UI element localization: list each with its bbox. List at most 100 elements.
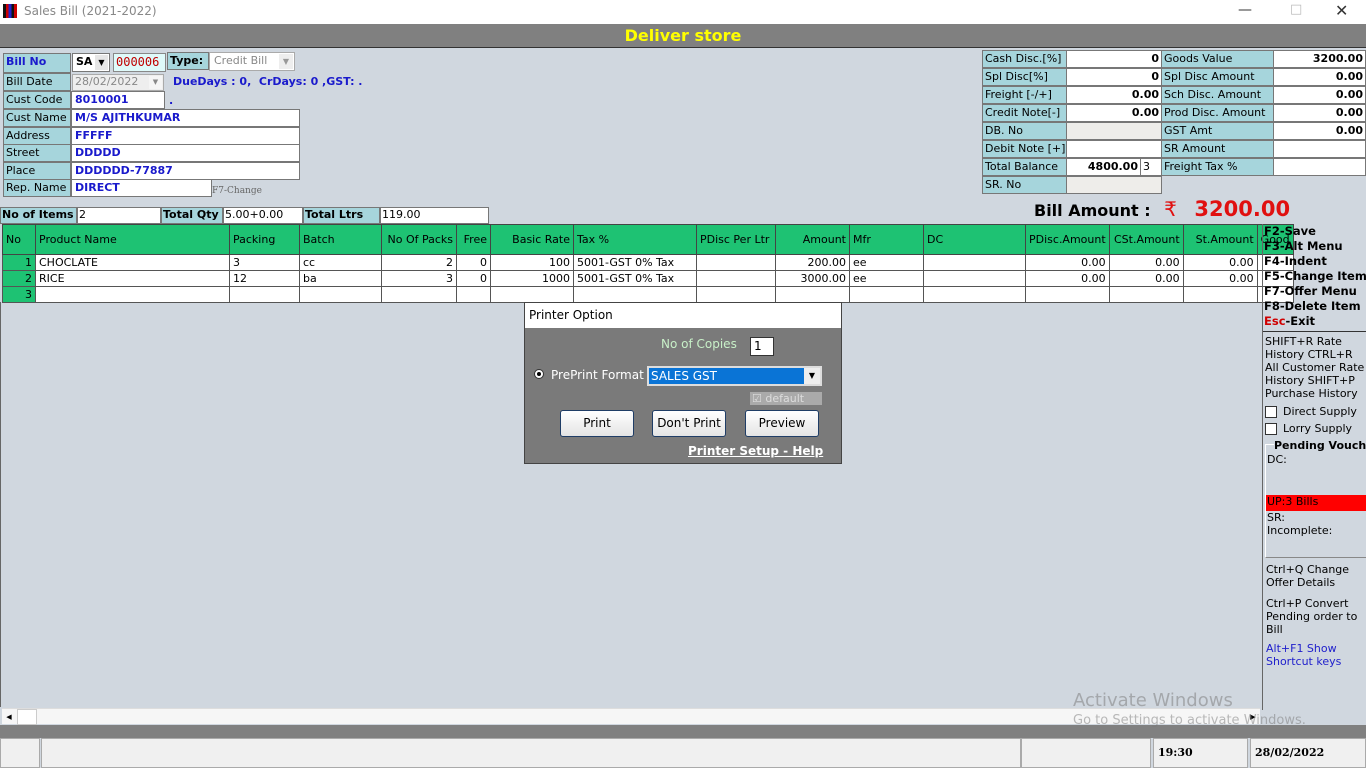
table-cell[interactable] [696,286,776,303]
table-cell[interactable]: cc [299,254,382,271]
summary-value[interactable]: 0 [1066,68,1162,86]
table-cell[interactable]: 5001-GST 0% Tax [573,254,697,271]
summary-value[interactable] [1066,140,1162,158]
rep-name-input[interactable]: DIRECT [71,179,212,197]
table-cell[interactable]: 0.00 [1108,254,1184,271]
copies-input[interactable]: 1 [750,337,774,356]
table-cell[interactable] [456,286,491,303]
table-cell[interactable]: ee [849,270,924,287]
table-cell[interactable]: 200.00 [775,254,850,271]
table-cell[interactable] [1108,286,1184,303]
alt-f1-link[interactable]: Alt+F1 Show Shortcut keys [1263,636,1366,668]
horizontal-scrollbar[interactable]: ◀ ▶ [2,708,1260,725]
direct-supply-checkbox[interactable]: Direct Supply [1263,405,1366,422]
series-select[interactable]: SA ▼ [72,53,110,72]
column-header[interactable]: Tax % [573,224,697,255]
table-cell[interactable] [381,286,457,303]
cust-name-input[interactable]: M/S AJITHKUMAR [71,109,300,127]
column-header[interactable]: No [2,224,36,255]
close-button[interactable]: ✕ [1335,1,1348,20]
table-cell[interactable] [1182,286,1258,303]
scroll-left-icon[interactable]: ◀ [2,709,16,725]
row-number[interactable]: 3 [2,286,36,303]
lorry-supply-checkbox[interactable]: Lorry Supply [1263,422,1366,439]
table-cell[interactable]: 0.00 [1182,254,1258,271]
table-cell[interactable] [573,286,697,303]
summary-value[interactable]: 0 [1066,50,1162,68]
column-header[interactable]: Batch [299,224,382,255]
column-header[interactable]: Free [456,224,491,255]
printer-setup-help-link[interactable]: Printer Setup - Help [688,444,823,458]
table-cell[interactable]: 0.00 [1025,270,1110,287]
table-cell[interactable]: CHOCLATE [35,254,230,271]
table-cell[interactable]: 3000.00 [775,270,850,287]
address-input[interactable]: FFFFF [71,127,300,145]
column-header[interactable]: St.Amount [1182,224,1258,255]
preprint-radio[interactable] [534,369,544,379]
table-cell[interactable]: RICE [35,270,230,287]
place-input[interactable]: DDDDDD-77887 [71,162,300,180]
table-cell[interactable]: ee [849,254,924,271]
preview-button[interactable]: Preview [745,410,819,437]
summary-value[interactable]: 0.00 [1066,86,1162,104]
table-cell[interactable] [923,270,1026,287]
dont-print-button[interactable]: Don't Print [652,410,726,437]
table-cell[interactable] [923,254,1026,271]
table-cell[interactable]: 0 [456,270,491,287]
table-cell[interactable] [1025,286,1110,303]
summary-value[interactable]: 4800.00 [1066,158,1141,176]
table-cell[interactable] [35,286,230,303]
table-cell[interactable] [923,286,1026,303]
bill-number[interactable]: 000006 [113,53,166,72]
table-cell[interactable]: 0 [456,254,491,271]
table-cell[interactable]: 5001-GST 0% Tax [573,270,697,287]
row-number[interactable]: 1 [2,254,36,271]
column-header[interactable]: Amount [775,224,850,255]
table-cell[interactable]: ba [299,270,382,287]
column-header[interactable]: CSt.Amount [1108,224,1184,255]
summary-value[interactable]: 0.00 [1066,104,1162,122]
table-cell[interactable] [229,286,300,303]
print-button[interactable]: Print [560,410,634,437]
type-select[interactable]: Credit Bill ▼ [209,52,295,71]
scroll-thumb[interactable] [17,709,37,725]
table-cell[interactable]: 0.00 [1025,254,1110,271]
table-cell[interactable]: 0.00 [1182,270,1258,287]
column-header[interactable]: Mfr [849,224,924,255]
table-cell[interactable]: 3 [381,270,457,287]
column-header[interactable]: PDisc Per Ltr [696,224,776,255]
table-cell[interactable] [849,286,924,303]
table-cell[interactable]: 1000 [490,270,574,287]
minimize-button[interactable]: — [1238,2,1252,18]
summary-value[interactable] [1066,176,1162,194]
street-input[interactable]: DDDDD [71,144,300,162]
table-cell[interactable]: 2 [381,254,457,271]
table-cell[interactable] [696,254,776,271]
table-row[interactable]: 3 [2,286,1294,303]
format-select[interactable]: SALES GST ▼ [647,366,822,386]
column-header[interactable]: Product Name [35,224,230,255]
cust-code-input[interactable]: 8010001 [71,91,165,109]
table-cell[interactable]: 3 [229,254,300,271]
column-header[interactable]: Basic Rate [490,224,574,255]
table-cell[interactable] [299,286,382,303]
maximize-button[interactable]: □ [1290,2,1302,17]
table-cell[interactable]: 12 [229,270,300,287]
default-checkbox[interactable]: ☑ default [750,392,822,405]
summary-value[interactable] [1066,122,1162,140]
row-number[interactable]: 2 [2,270,36,287]
column-header[interactable]: No Of Packs [381,224,457,255]
table-cell[interactable]: 0.00 [1108,270,1184,287]
up-bills-badge[interactable]: UP:3 Bills [1266,495,1366,511]
column-header[interactable]: Packing [229,224,300,255]
table-cell[interactable] [696,270,776,287]
table-row[interactable]: 1 CHOCLATE 3 cc 2 0 100 5001-GST 0% Tax 200.00 ee… [2,254,1294,271]
table-cell[interactable] [490,286,574,303]
column-header[interactable]: DC [923,224,1026,255]
column-header[interactable]: PDisc.Amount [1025,224,1110,255]
table-cell[interactable] [775,286,850,303]
table-row[interactable]: 2 RICE 12 ba 3 0 1000 5001-GST 0% Tax 3000.00 ee 0… [2,270,1294,287]
bill-date-field[interactable]: 28/02/2022 ▼ [72,74,164,91]
items-grid[interactable]: No Product Name Packing Batch No Of Packs Fre… [2,224,1294,303]
table-cell[interactable]: 100 [490,254,574,271]
